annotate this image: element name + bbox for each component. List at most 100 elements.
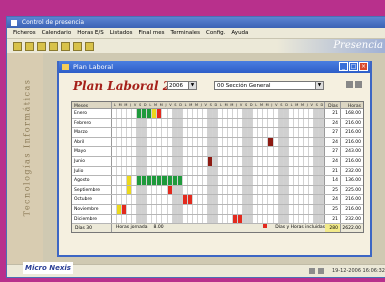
close-button[interactable]: × <box>359 62 368 71</box>
menu-final-mes[interactable]: Final mes <box>138 28 164 38</box>
legend-holiday-icon <box>263 224 268 229</box>
month-days <box>112 166 325 176</box>
menu-config[interactable]: Config. <box>206 28 225 38</box>
table-row[interactable]: Marzo 27 216.00 <box>72 128 363 138</box>
month-days <box>112 195 325 204</box>
toolbar-button-5[interactable] <box>61 41 70 51</box>
status-icon-1 <box>309 268 315 274</box>
month-days <box>112 109 325 118</box>
month-dias: 24 <box>325 118 341 128</box>
footer-dias: Días 30 <box>72 224 112 233</box>
year-select[interactable]: 2006 ▼ <box>167 81 197 90</box>
month-horas: 243.00 <box>345 149 361 155</box>
maximize-button[interactable]: □ <box>349 62 358 71</box>
status-time: 16:06:32 <box>362 268 385 274</box>
table-row[interactable]: Octubre 24 216.00 <box>72 195 363 205</box>
toolbar-button-2[interactable] <box>25 41 34 51</box>
day-cell[interactable] <box>318 147 324 156</box>
menu-listados[interactable]: Listados <box>110 28 133 38</box>
toolbar-button-4[interactable] <box>49 41 58 51</box>
month-days <box>112 137 325 147</box>
table-row[interactable]: Septiembre 25 225.00 <box>72 185 363 196</box>
month-horas: 216.00 <box>345 120 361 126</box>
window-tools <box>346 81 362 88</box>
month-horas: 168.00 <box>345 111 361 116</box>
section-value: 00 Sección General <box>217 83 271 89</box>
table-row[interactable]: Julio 21 232.00 <box>72 166 363 177</box>
table-row[interactable]: Febrero 24 216.00 <box>72 118 363 129</box>
day-cell[interactable] <box>318 195 324 204</box>
chevron-down-icon: ▼ <box>188 82 196 89</box>
month-name: Junio <box>72 156 112 166</box>
side-banner: Tecnologías Informáticas <box>7 53 43 265</box>
month-dias: 25 <box>325 204 341 214</box>
month-horas: 225.00 <box>345 187 361 193</box>
app-titlebar: Control de presencia <box>7 17 385 28</box>
brand-logo: Presencia <box>277 39 385 53</box>
month-dias: 24 <box>325 156 341 166</box>
app-toolbar: Presencia <box>7 39 385 53</box>
table-row[interactable]: Abril 24 216.00 <box>72 137 363 148</box>
month-dias: 14 <box>325 176 341 185</box>
status-date: 19-12-2006 <box>331 268 361 274</box>
day-cell[interactable] <box>318 166 324 176</box>
header-horas: Horas <box>347 104 361 109</box>
day-cell[interactable] <box>318 156 324 166</box>
day-cell[interactable] <box>318 137 324 147</box>
month-horas: 216.00 <box>345 130 361 136</box>
month-dias: 25 <box>325 185 341 195</box>
header-weekdays: L M M J V S D L M M J V S D L M M J V S … <box>114 102 325 108</box>
toolbar-button-6[interactable] <box>73 41 82 51</box>
year-value: 2006 <box>169 83 183 89</box>
status-icon-2 <box>318 268 324 274</box>
menu-terminales[interactable]: Terminales <box>171 28 201 38</box>
header-months: Meses <box>72 102 112 109</box>
month-dias: 27 <box>325 147 341 156</box>
table-row[interactable]: Mayo 27 243.00 <box>72 147 363 157</box>
day-cell[interactable] <box>318 204 324 214</box>
month-days <box>112 128 325 137</box>
toolbar-button-1[interactable] <box>13 41 22 51</box>
day-cell[interactable] <box>318 128 324 137</box>
grid-footer: Días 30 Horas jornada 8.00 Días y Horas … <box>72 224 363 233</box>
day-cell[interactable] <box>318 185 324 195</box>
month-days <box>112 214 325 224</box>
month-dias: 21 <box>325 166 341 176</box>
month-name: Octubre <box>72 195 112 204</box>
month-horas: 216.00 <box>345 158 361 164</box>
month-name: Septiembre <box>72 185 112 195</box>
menu-ayuda[interactable]: Ayuda <box>231 28 248 38</box>
table-row[interactable]: Junio 24 216.00 <box>72 156 363 167</box>
footer-total-dias: 280 <box>325 224 341 233</box>
table-row[interactable]: Enero 21 168.00 <box>72 109 363 119</box>
month-days <box>112 176 325 185</box>
month-name: Marzo <box>72 128 112 137</box>
table-row[interactable]: Agosto 14 136.00 <box>72 176 363 186</box>
filter-icon[interactable] <box>355 81 362 88</box>
window-content: Plan Laboral 2006 2006 ▼ 00 Sección Gene… <box>59 73 370 255</box>
print-icon[interactable] <box>346 81 353 88</box>
table-row[interactable]: Diciembre 21 232.00 <box>72 214 363 225</box>
month-dias: 21 <box>325 109 341 118</box>
month-name: Mayo <box>72 147 112 156</box>
minimize-button[interactable]: _ <box>339 62 348 71</box>
day-cell[interactable] <box>318 109 324 118</box>
day-cell[interactable] <box>318 118 324 128</box>
month-horas: 216.00 <box>345 206 361 212</box>
day-cell[interactable] <box>318 176 324 185</box>
toolbar-button-3[interactable] <box>37 41 46 51</box>
section-select[interactable]: 00 Sección General ▼ <box>214 81 324 90</box>
grid-header: Meses L M M J V S D L M M J V S D L M M … <box>72 102 363 109</box>
grid-rows: Enero 21 168.00 Febrero 24 216.00 Marzo 27 216.0… <box>72 109 363 225</box>
table-row[interactable]: Noviembre 25 216.00 <box>72 204 363 215</box>
day-cell[interactable] <box>318 214 324 224</box>
menu-ficheros[interactable]: Ficheros <box>13 28 36 38</box>
calendar-grid: Meses L M M J V S D L M M J V S D L M M … <box>71 101 364 234</box>
footer-middle: Horas jornada 8.00 Días y Horas incluida… <box>112 224 325 232</box>
menu-calendario[interactable]: Calendario <box>42 28 72 38</box>
menu-horas-es[interactable]: Horas E/S <box>77 28 104 38</box>
month-name: Febrero <box>72 118 112 128</box>
app-title: Control de presencia <box>21 19 85 26</box>
month-name: Julio <box>72 166 112 176</box>
toolbar-button-7[interactable] <box>85 41 94 51</box>
